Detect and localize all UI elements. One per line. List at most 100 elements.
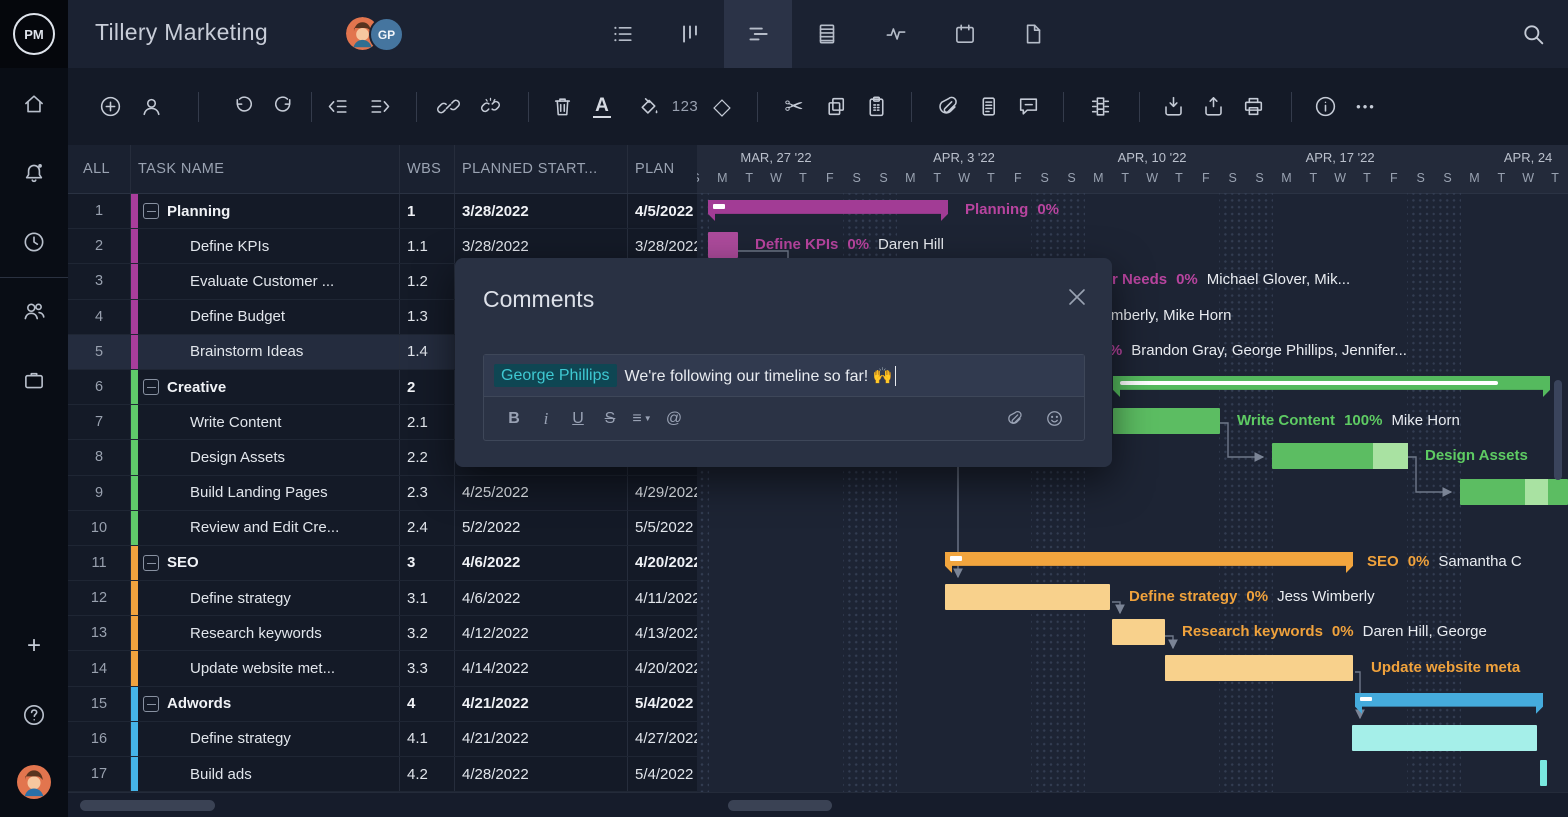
planned-finish-cell[interactable]: 4/29/2022	[628, 476, 697, 510]
collapse-icon[interactable]	[143, 555, 159, 571]
tab-board-view[interactable]	[656, 0, 724, 68]
planned-start-cell[interactable]: 4/14/2022	[455, 651, 628, 685]
planned-finish-cell[interactable]: 5/4/2022	[628, 757, 697, 791]
home-icon[interactable]	[21, 91, 47, 117]
unlink-tasks-icon[interactable]	[475, 92, 505, 122]
export-icon[interactable]	[1198, 92, 1228, 122]
info-icon[interactable]	[1310, 92, 1340, 122]
gantt-task-bar[interactable]	[1113, 408, 1220, 434]
planned-start-cell[interactable]: 4/6/2022	[455, 581, 628, 615]
table-row[interactable]: 11SEO34/6/20224/20/2022	[68, 546, 697, 581]
column-header-planned-start[interactable]: PLANNED START...	[455, 145, 628, 193]
planned-finish-cell[interactable]: 5/4/2022	[628, 687, 697, 721]
table-row[interactable]: 14Update website met...3.34/14/20224/20/…	[68, 651, 697, 686]
number-format[interactable]: 123	[670, 92, 700, 122]
comment-input[interactable]: George Phillips We're following our time…	[484, 355, 1084, 397]
team-icon[interactable]	[21, 298, 47, 324]
task-name-cell[interactable]: Build ads	[138, 757, 400, 791]
strikethrough-button[interactable]: S	[594, 410, 626, 428]
gantt-task-bar[interactable]	[1112, 619, 1165, 645]
task-name-cell[interactable]: Build Landing Pages	[138, 476, 400, 510]
task-name-cell[interactable]: Define Budget	[138, 300, 400, 334]
cut[interactable]: ✂	[779, 92, 809, 122]
milestone[interactable]: ◇	[707, 92, 737, 122]
indent-icon[interactable]	[365, 92, 395, 122]
task-name-cell[interactable]: Adwords	[138, 687, 400, 721]
task-name-cell[interactable]: Evaluate Customer ...	[138, 264, 400, 298]
more-icon[interactable]: •••	[1351, 92, 1381, 122]
gantt-horizontal-scrollbar[interactable]	[728, 800, 832, 811]
gantt-task-bar[interactable]	[1460, 479, 1568, 505]
notifications-icon[interactable]	[21, 160, 47, 186]
tab-list-view[interactable]	[589, 0, 657, 68]
planned-finish-cell[interactable]: 4/20/2022	[628, 546, 697, 580]
planned-finish-cell[interactable]: 5/5/2022	[628, 511, 697, 545]
gantt-task-bar[interactable]	[1352, 725, 1537, 751]
task-name-cell[interactable]: Review and Edit Cre...	[138, 511, 400, 545]
recent-icon[interactable]	[21, 229, 47, 255]
task-name-cell[interactable]: SEO	[138, 546, 400, 580]
gantt-task-bar[interactable]	[708, 232, 738, 258]
gantt-summary-bar[interactable]	[1355, 693, 1543, 714]
tab-gantt-view[interactable]	[724, 0, 792, 68]
table-row[interactable]: 12Define strategy3.14/6/20224/11/2022	[68, 581, 697, 616]
redo-icon[interactable]	[269, 92, 299, 122]
tab-calendar-view[interactable]	[931, 0, 999, 68]
task-name-cell[interactable]: Brainstorm Ideas	[138, 335, 400, 369]
table-row[interactable]: 9Build Landing Pages2.34/25/20224/29/202…	[68, 476, 697, 511]
fill-color-icon[interactable]	[633, 92, 663, 122]
gantt-summary-bar[interactable]	[945, 552, 1353, 573]
task-name-cell[interactable]: Update website met...	[138, 651, 400, 685]
attach-icon[interactable]	[998, 409, 1030, 428]
import-icon[interactable]	[1158, 92, 1188, 122]
assign-user-icon[interactable]	[136, 92, 166, 122]
planned-start-cell[interactable]: 4/25/2022	[455, 476, 628, 510]
attach-file-icon[interactable]	[932, 92, 962, 122]
table-horizontal-scrollbar[interactable]	[80, 800, 215, 811]
table-row[interactable]: 10Review and Edit Cre...2.45/2/20225/5/2…	[68, 511, 697, 546]
task-name-cell[interactable]: Define strategy	[138, 581, 400, 615]
gantt-summary-bar[interactable]	[708, 200, 948, 221]
task-name-cell[interactable]: Creative	[138, 370, 400, 404]
mention-button[interactable]: @	[658, 410, 690, 428]
tab-doc-view[interactable]	[999, 0, 1067, 68]
planned-start-cell[interactable]: 4/6/2022	[455, 546, 628, 580]
add-task-icon[interactable]	[95, 92, 125, 122]
member-avatar-initials[interactable]: GP	[369, 17, 404, 52]
task-name-cell[interactable]: Write Content	[138, 405, 400, 439]
table-row[interactable]: 17Build ads4.24/28/20225/4/2022	[68, 757, 697, 792]
gantt-task-bar[interactable]	[1165, 655, 1353, 681]
font-color[interactable]: A	[587, 92, 617, 122]
bold-button[interactable]: B	[498, 410, 530, 428]
list-format-button[interactable]: ≡▼	[626, 410, 658, 428]
planned-finish-cell[interactable]: 4/27/2022	[628, 722, 697, 756]
task-name-cell[interactable]: Design Assets	[138, 440, 400, 474]
task-name-cell[interactable]: Research keywords	[138, 616, 400, 650]
column-header-all[interactable]: ALL	[68, 145, 131, 193]
help-icon[interactable]	[21, 702, 47, 728]
print-icon[interactable]	[1238, 92, 1268, 122]
gantt-vertical-scrollbar[interactable]	[1554, 380, 1562, 480]
collapse-icon[interactable]	[143, 203, 159, 219]
task-name-cell[interactable]: Define KPIs	[138, 229, 400, 263]
underline-button[interactable]: U	[562, 410, 594, 428]
column-header-task-name[interactable]: TASK NAME	[131, 145, 400, 193]
paste-icon[interactable]	[861, 92, 891, 122]
undo-icon[interactable]	[227, 92, 257, 122]
gantt-task-bar[interactable]	[1540, 760, 1547, 786]
portfolio-icon[interactable]	[21, 367, 47, 393]
table-row[interactable]: 13Research keywords3.24/12/20224/13/2022	[68, 616, 697, 651]
planned-start-cell[interactable]: 5/2/2022	[455, 511, 628, 545]
planned-finish-cell[interactable]: 4/13/2022	[628, 616, 697, 650]
planned-start-cell[interactable]: 4/21/2022	[455, 722, 628, 756]
app-logo[interactable]: PM	[0, 0, 68, 68]
mention-chip[interactable]: George Phillips	[494, 364, 617, 387]
planned-start-cell[interactable]: 4/12/2022	[455, 616, 628, 650]
columns-icon[interactable]	[1085, 92, 1115, 122]
collapse-icon[interactable]	[143, 379, 159, 395]
gantt-task-bar[interactable]	[945, 584, 1110, 610]
collapse-icon[interactable]	[143, 696, 159, 712]
planned-finish-cell[interactable]: 4/11/2022	[628, 581, 697, 615]
planned-finish-cell[interactable]: 4/5/2022	[628, 194, 697, 228]
planned-start-cell[interactable]: 4/21/2022	[455, 687, 628, 721]
